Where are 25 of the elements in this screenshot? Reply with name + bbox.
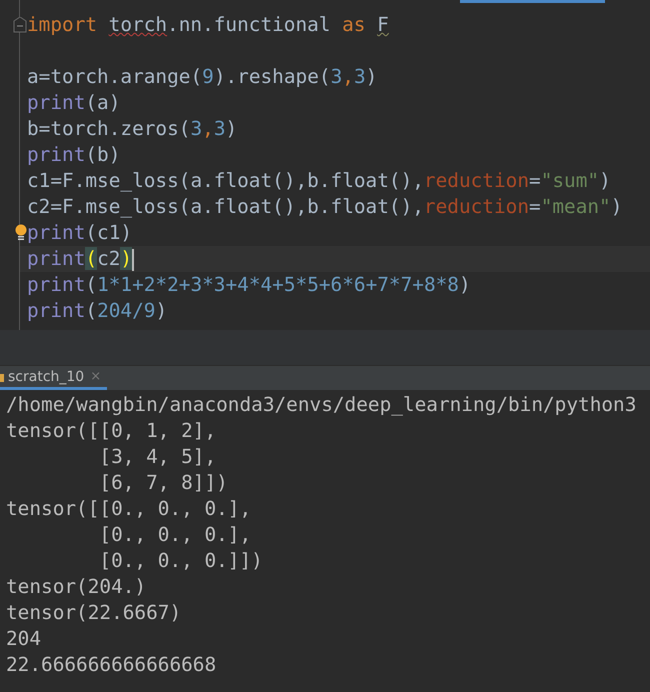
- code-line: print(b): [26, 142, 122, 168]
- code-line: print(1*1+2*2+3*3+4*4+5*5+6*6+7*7+8*8): [26, 272, 472, 298]
- console-output-line: tensor(204.): [6, 574, 148, 600]
- python-icon: [0, 374, 4, 382]
- code-line: a=torch.arange(9).reshape(3,3): [26, 64, 378, 90]
- console-output-line: [6, 7, 8]]): [98, 470, 229, 496]
- console-output-line: 22.666666666666668: [6, 652, 218, 678]
- text-cursor: [132, 248, 134, 271]
- console-output-line: [3, 4, 5],: [98, 444, 218, 470]
- code-line: print(204/9): [26, 298, 168, 324]
- code-line: b=torch.zeros(3,3): [26, 116, 238, 142]
- console-output-line: [0., 0., 0.]]): [98, 548, 264, 574]
- console-output-line: tensor(22.6667): [6, 600, 182, 626]
- console-output-line: /home/wangbin/anaconda3/envs/deep_learning/bin/python3: [6, 392, 638, 418]
- console-output-line: tensor([[0., 0., 0.],: [6, 496, 252, 522]
- lightbulb-icon[interactable]: [15, 224, 27, 241]
- console-output-line: [0., 0., 0.],: [98, 522, 252, 548]
- code-line: c1=F.mse_loss(a.float(),b.float(),reduction="sum"): [26, 168, 612, 194]
- console-output-line: tensor([[0, 1, 2],: [6, 418, 218, 444]
- code-line: print(a): [26, 90, 122, 116]
- fold-icon[interactable]: [13, 17, 27, 33]
- console-output-line: 204: [6, 626, 42, 652]
- run-tab[interactable]: scratch_10 ×: [0, 366, 108, 390]
- code-line: c2=F.mse_loss(a.float(),b.float(),reduction="mean"): [26, 194, 624, 220]
- code-line: print(c1): [20, 220, 650, 246]
